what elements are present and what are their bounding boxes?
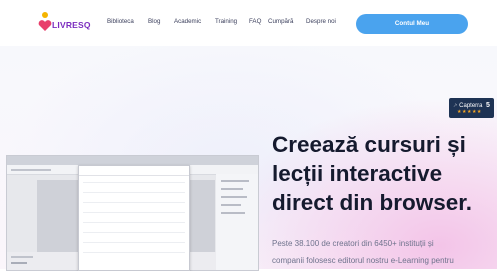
logo-dot-icon [42, 12, 48, 18]
subtitle-line-1: Peste 38.100 de creatori din 6450+ insti… [272, 239, 434, 248]
headline-line-3: direct din browser. [272, 190, 473, 215]
nav-item-faq[interactable]: FAQ [249, 18, 261, 25]
preview-panel-line [221, 212, 245, 214]
nav-item-academic[interactable]: Academic [174, 18, 201, 25]
logo[interactable]: LIVRESQ [37, 12, 91, 36]
nav-item-training[interactable]: Training [215, 18, 237, 25]
logo-text: LIVRESQ [52, 20, 91, 30]
preview-panel-line [221, 188, 243, 190]
preview-dialog-row [83, 212, 185, 213]
preview-panel-line [221, 196, 247, 198]
headline-line-1: Creează cursuri și [272, 132, 466, 157]
subtitle-line-2: companii folosesc editorul nostru e-Lear… [272, 256, 454, 265]
preview-right-panel [216, 174, 258, 270]
preview-panel-line [221, 204, 241, 206]
preview-dialog-row [83, 192, 185, 193]
preview-dialog-row [83, 202, 185, 203]
preview-dialog-row [83, 232, 185, 233]
nav-item-blog[interactable]: Blog [148, 18, 160, 25]
preview-dialog-row [83, 242, 185, 243]
preview-bottom-line [11, 256, 33, 258]
headline-line-2: lecții interactive [272, 161, 443, 186]
preview-dialog-row [83, 252, 185, 253]
preview-dialog [78, 165, 190, 271]
preview-panel-line [221, 180, 249, 182]
nav-item-despre-noi[interactable]: Despre noi [306, 18, 336, 25]
preview-bottom-line [11, 262, 27, 264]
hero-subtitle: Peste 38.100 de creatori din 6450+ insti… [272, 235, 497, 269]
preview-dialog-row [83, 182, 185, 183]
rating-stars-icon: ★★★★★ [457, 109, 482, 115]
preview-titlebar [7, 156, 258, 165]
nav-item-cumpara[interactable]: Cumpără [268, 18, 293, 25]
heart-logo-icon [38, 20, 52, 31]
nav-item-biblioteca[interactable]: Biblioteca [107, 18, 134, 25]
preview-dialog-header [79, 166, 189, 176]
preview-dialog-row [83, 222, 185, 223]
preview-toolbar-line [11, 169, 51, 171]
hero-headline: Creează cursuri și lecții interactive di… [272, 130, 497, 217]
account-button[interactable]: Contul Meu [356, 14, 468, 34]
site-header: LIVRESQ Biblioteca Blog Academic Trainin… [0, 0, 497, 46]
capterra-name: ⸕ Capterra [453, 103, 483, 109]
capterra-score: 5 [486, 102, 490, 109]
capterra-badge[interactable]: ⸕ Capterra ★★★★★ 5 [449, 98, 494, 118]
